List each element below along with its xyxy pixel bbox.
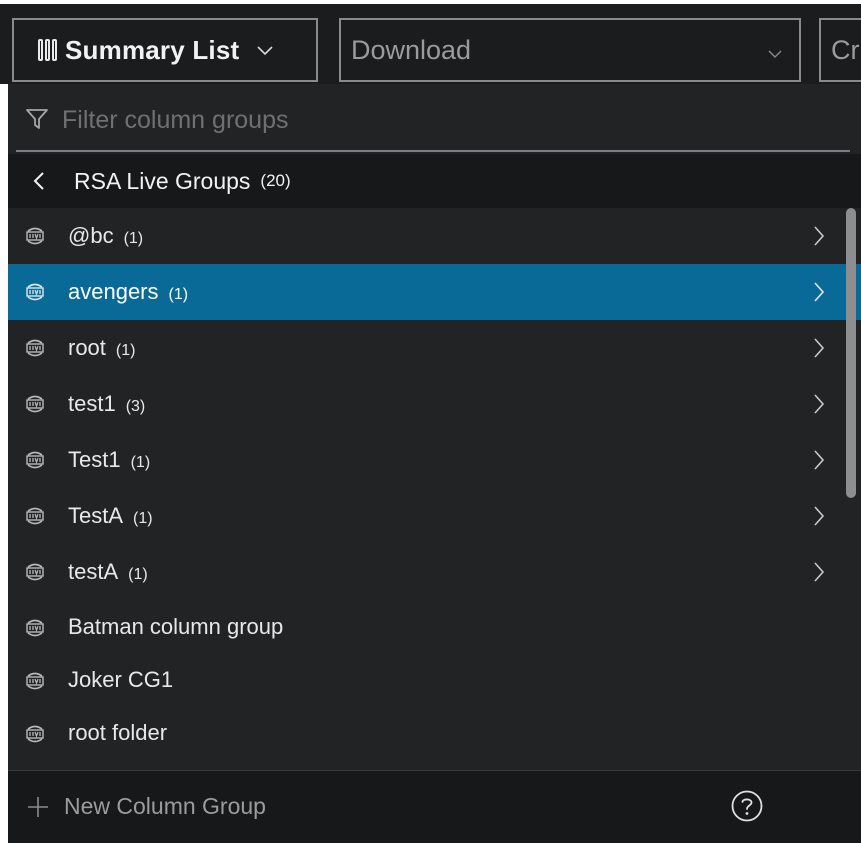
live-icon (26, 227, 44, 245)
toolbar: Summary List Download Cr (0, 0, 861, 84)
list-item-name: root (68, 335, 106, 360)
list-item-name: root folder (68, 719, 168, 745)
filter-underline (16, 150, 850, 152)
list-item-count: (1) (133, 510, 153, 527)
list-item-label: root folder (68, 720, 167, 746)
list-item[interactable]: Test1 (1) (8, 432, 861, 488)
live-icon (26, 672, 44, 690)
view-label: Summary List (65, 34, 240, 65)
list-item-count: (1) (115, 342, 136, 359)
create-select[interactable]: Cr (819, 18, 861, 82)
live-icon (26, 339, 44, 357)
column-group-list: @bc (1) avengers (1) root (1) test1 (3) Test1 (1)… (8, 208, 861, 759)
column-groups-dropdown-screen: Summary List Download Cr Filter column g… (0, 0, 861, 843)
list-item[interactable]: Batman column group (8, 600, 861, 653)
list-item[interactable]: root folder (8, 706, 861, 759)
list-item-label: avengers (1) (68, 279, 188, 305)
list-item-label: test1 (3) (68, 391, 145, 417)
download-select[interactable]: Download (339, 18, 801, 82)
live-icon (26, 451, 44, 469)
list-item-name: @bc (68, 223, 114, 248)
breadcrumb-back[interactable]: RSA Live Groups (20) (8, 154, 861, 208)
list-item[interactable]: root (1) (8, 320, 861, 376)
chevron-right-icon (814, 394, 825, 414)
list-item[interactable]: test1 (3) (8, 376, 861, 432)
list-item[interactable]: testA (1) (8, 544, 861, 600)
chevron-right-icon (814, 562, 825, 582)
filter-column-groups-input[interactable] (62, 100, 822, 140)
chevron-left-icon (33, 172, 44, 190)
live-icon (26, 619, 44, 637)
panel-footer: New Column Group (8, 770, 861, 843)
live-icon (26, 507, 44, 525)
columns-icon (38, 39, 57, 61)
list-item-count: (1) (123, 230, 144, 247)
filter-row (8, 84, 861, 154)
list-item-name: Joker CG1 (68, 666, 174, 692)
list-item-count: (1) (130, 454, 151, 471)
list-item-name: TestA (68, 503, 124, 528)
list-item-count: (1) (128, 566, 148, 583)
column-groups-panel: RSA Live Groups (20) @bc(1)avengers(1)ro… (8, 84, 861, 843)
help-icon[interactable] (730, 789, 764, 823)
new-column-group-button[interactable]: New Column Group (64, 793, 266, 820)
list-item-name: testA (68, 559, 119, 584)
chevron-right-icon (814, 338, 825, 358)
live-icon (26, 395, 44, 413)
list-item-label: testA (1) (68, 559, 148, 585)
chevron-down-icon (768, 50, 782, 58)
chevron-right-icon (814, 450, 825, 470)
download-label: Download (351, 34, 472, 65)
filter-icon (26, 109, 48, 129)
list-item-label: @bc (1) (68, 223, 143, 249)
live-icon (26, 725, 44, 743)
list-item[interactable]: Joker CG1 (8, 653, 861, 706)
chevron-down-icon (257, 46, 273, 56)
list-item[interactable]: TestA (1) (8, 488, 861, 544)
list-item[interactable]: avengers (1) (8, 264, 861, 320)
list-item-label: Test1 (1) (68, 447, 150, 473)
live-icon (26, 283, 44, 301)
live-icon (26, 563, 44, 581)
create-label: Cr (831, 34, 860, 65)
list-item[interactable]: @bc (1) (8, 208, 861, 264)
list-item-count: (1) (168, 286, 189, 303)
list-item-name: avengers (68, 279, 159, 304)
list-item-label: TestA (1) (68, 503, 153, 529)
chevron-right-icon (814, 226, 825, 246)
list-item-name: Test1 (68, 447, 121, 472)
list-item-name: test1 (68, 391, 116, 416)
summary-list-view-button[interactable]: Summary List (12, 18, 318, 82)
scrollbar-thumb[interactable] (846, 208, 856, 498)
list-item-label: Joker CG1 (68, 667, 173, 693)
plus-icon (28, 797, 48, 817)
breadcrumb-count: (20) (260, 171, 291, 190)
list-item-label: Batman column group (68, 614, 283, 640)
breadcrumb-title: RSA Live Groups (74, 167, 251, 194)
list-item-count: (3) (125, 398, 146, 415)
chevron-right-icon (814, 506, 825, 526)
list-item-name: Batman column group (68, 613, 284, 639)
list-item-label: root (1) (68, 335, 135, 361)
chevron-right-icon (814, 282, 825, 302)
